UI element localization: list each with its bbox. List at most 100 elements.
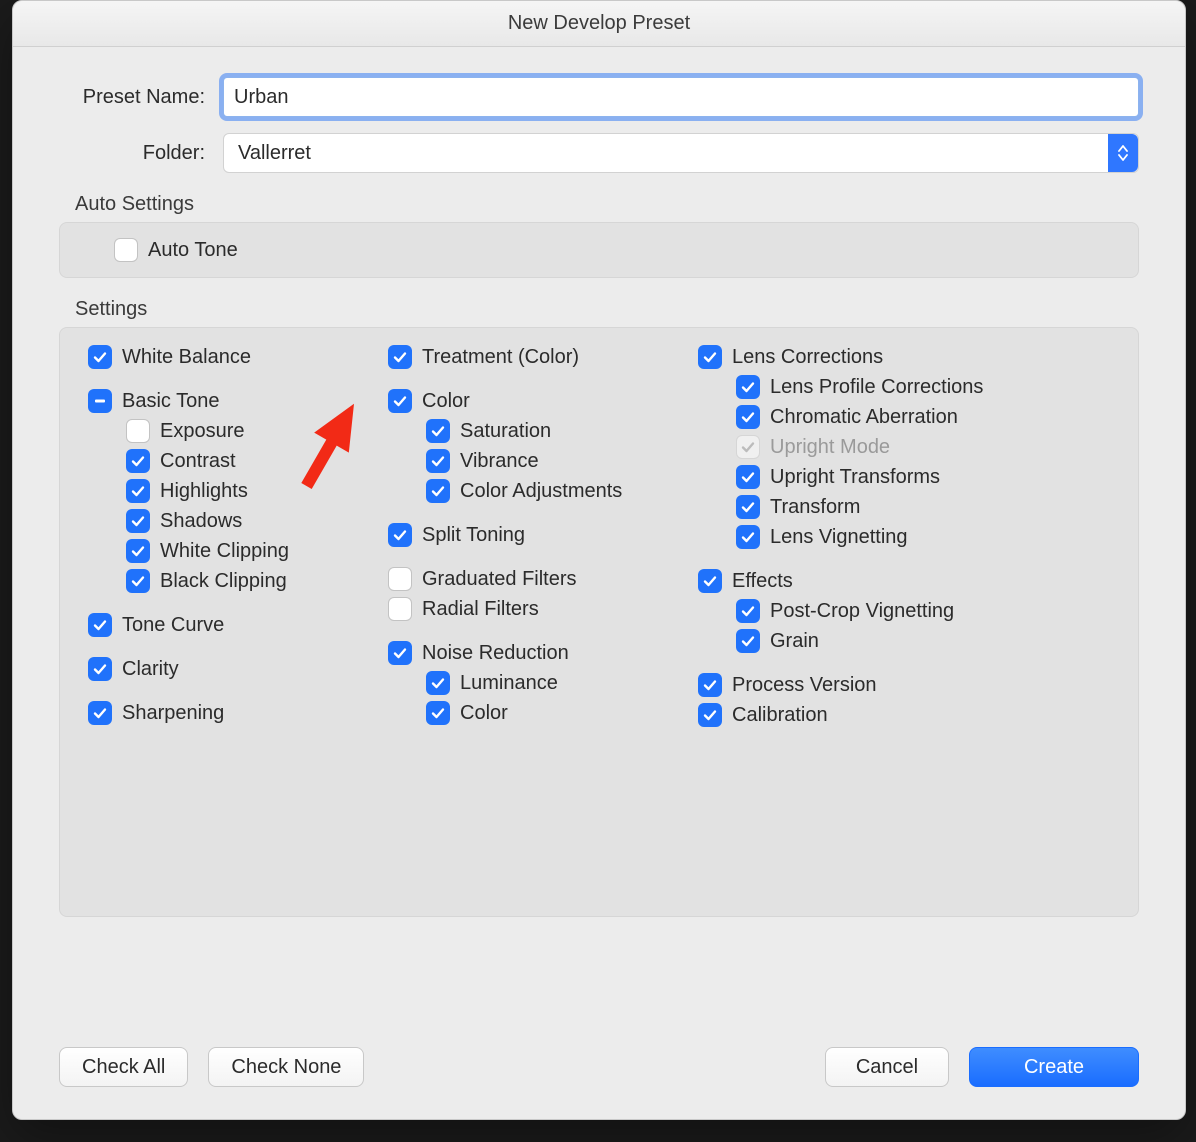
folder-select[interactable]: Vallerret [223, 133, 1139, 173]
checkbox-icon [736, 495, 760, 519]
sharpening-checkbox[interactable]: Sharpening [88, 698, 378, 728]
exposure-checkbox[interactable]: Exposure [88, 416, 378, 446]
checkbox-label: Exposure [160, 420, 245, 443]
checkbox-label: Calibration [732, 704, 828, 727]
checkbox-icon [698, 345, 722, 369]
create-button[interactable]: Create [969, 1047, 1139, 1087]
checkbox-label: Post-Crop Vignetting [770, 600, 954, 623]
checkbox-label: Color [422, 390, 470, 413]
checkbox-icon [698, 569, 722, 593]
checkbox-icon [88, 613, 112, 637]
checkbox-label: Upright Mode [770, 436, 890, 459]
folder-label: Folder: [59, 142, 223, 165]
checkbox-icon [426, 671, 450, 695]
checkbox-label: Treatment (Color) [422, 346, 579, 369]
treatment-checkbox[interactable]: Treatment (Color) [388, 342, 688, 372]
lens-profile-checkbox[interactable]: Lens Profile Corrections [698, 372, 1110, 402]
lens-corrections-checkbox[interactable]: Lens Corrections [698, 342, 1110, 372]
checkbox-label: Contrast [160, 450, 236, 473]
settings-group: Settings White Balance Basic Tone [59, 298, 1139, 917]
window-title: New Develop Preset [508, 12, 690, 35]
auto-settings-group: Auto Settings Auto Tone [59, 193, 1139, 278]
checkbox-icon [736, 599, 760, 623]
checkbox-icon [736, 629, 760, 653]
checkbox-icon [388, 389, 412, 413]
titlebar: New Develop Preset [13, 1, 1185, 47]
checkbox-icon [698, 703, 722, 727]
checkbox-label: Shadows [160, 510, 242, 533]
effects-checkbox[interactable]: Effects [698, 566, 1110, 596]
chromatic-aberration-checkbox[interactable]: Chromatic Aberration [698, 402, 1110, 432]
checkbox-icon [126, 569, 150, 593]
tone-curve-checkbox[interactable]: Tone Curve [88, 610, 378, 640]
lens-vignetting-checkbox[interactable]: Lens Vignetting [698, 522, 1110, 552]
checkbox-label: Transform [770, 496, 860, 519]
checkbox-icon [426, 701, 450, 725]
checkbox-icon [88, 701, 112, 725]
settings-col-3: Lens Corrections Lens Profile Correction… [698, 342, 1110, 902]
checkbox-label: Process Version [732, 674, 877, 697]
radial-filters-checkbox[interactable]: Radial Filters [388, 594, 688, 624]
checkbox-icon [736, 465, 760, 489]
checkbox-label: Grain [770, 630, 819, 653]
upright-transforms-checkbox[interactable]: Upright Transforms [698, 462, 1110, 492]
settings-col-2: Treatment (Color) Color Saturation [388, 342, 688, 902]
folder-select-value: Vallerret [238, 142, 311, 165]
checkbox-icon [388, 641, 412, 665]
color-checkbox[interactable]: Color [388, 386, 688, 416]
split-toning-checkbox[interactable]: Split Toning [388, 520, 688, 550]
calibration-checkbox[interactable]: Calibration [698, 700, 1110, 730]
color-adjustments-checkbox[interactable]: Color Adjustments [388, 476, 688, 506]
auto-tone-row[interactable]: Auto Tone [114, 235, 1110, 265]
basic-tone-checkbox[interactable]: Basic Tone [88, 386, 378, 416]
checkbox-icon [426, 419, 450, 443]
check-none-button[interactable]: Check None [208, 1047, 364, 1087]
white-clipping-checkbox[interactable]: White Clipping [88, 536, 378, 566]
dialog-content: Preset Name: Folder: Vallerret Auto Sett… [13, 47, 1185, 1025]
checkbox-icon [88, 345, 112, 369]
graduated-filters-checkbox[interactable]: Graduated Filters [388, 564, 688, 594]
settings-columns: White Balance Basic Tone Exposure [88, 342, 1110, 902]
checkbox-icon [126, 449, 150, 473]
vibrance-checkbox[interactable]: Vibrance [388, 446, 688, 476]
checkbox-icon [736, 435, 760, 459]
checkbox-icon [126, 509, 150, 533]
preset-name-input[interactable] [223, 77, 1139, 117]
process-version-checkbox[interactable]: Process Version [698, 670, 1110, 700]
settings-col-1: White Balance Basic Tone Exposure [88, 342, 378, 902]
checkbox-label: Noise Reduction [422, 642, 569, 665]
checkbox-label: Tone Curve [122, 614, 224, 637]
preset-name-row: Preset Name: [59, 77, 1139, 117]
checkbox-label: Lens Profile Corrections [770, 376, 983, 399]
noise-reduction-checkbox[interactable]: Noise Reduction [388, 638, 688, 668]
checkbox-label: Chromatic Aberration [770, 406, 958, 429]
checkbox-label: Graduated Filters [422, 568, 577, 591]
folder-row: Folder: Vallerret [59, 133, 1139, 173]
checkbox-icon [126, 419, 150, 443]
checkbox-label: Black Clipping [160, 570, 287, 593]
nr-color-checkbox[interactable]: Color [388, 698, 688, 728]
preset-name-label: Preset Name: [59, 86, 223, 109]
cancel-button[interactable]: Cancel [825, 1047, 949, 1087]
checkbox-icon [426, 449, 450, 473]
checkbox-label: White Clipping [160, 540, 289, 563]
checkbox-icon [388, 567, 412, 591]
saturation-checkbox[interactable]: Saturation [388, 416, 688, 446]
clarity-checkbox[interactable]: Clarity [88, 654, 378, 684]
post-crop-vignetting-checkbox[interactable]: Post-Crop Vignetting [698, 596, 1110, 626]
transform-checkbox[interactable]: Transform [698, 492, 1110, 522]
dialog-footer: Check All Check None Cancel Create [13, 1025, 1185, 1119]
highlights-checkbox[interactable]: Highlights [88, 476, 378, 506]
checkbox-icon [126, 479, 150, 503]
checkbox-icon [736, 525, 760, 549]
black-clipping-checkbox[interactable]: Black Clipping [88, 566, 378, 596]
check-all-button[interactable]: Check All [59, 1047, 188, 1087]
grain-checkbox[interactable]: Grain [698, 626, 1110, 656]
checkbox-icon [88, 657, 112, 681]
checkbox-icon [736, 405, 760, 429]
nr-luminance-checkbox[interactable]: Luminance [388, 668, 688, 698]
shadows-checkbox[interactable]: Shadows [88, 506, 378, 536]
contrast-checkbox[interactable]: Contrast [88, 446, 378, 476]
white-balance-checkbox[interactable]: White Balance [88, 342, 378, 372]
checkbox-icon [126, 539, 150, 563]
